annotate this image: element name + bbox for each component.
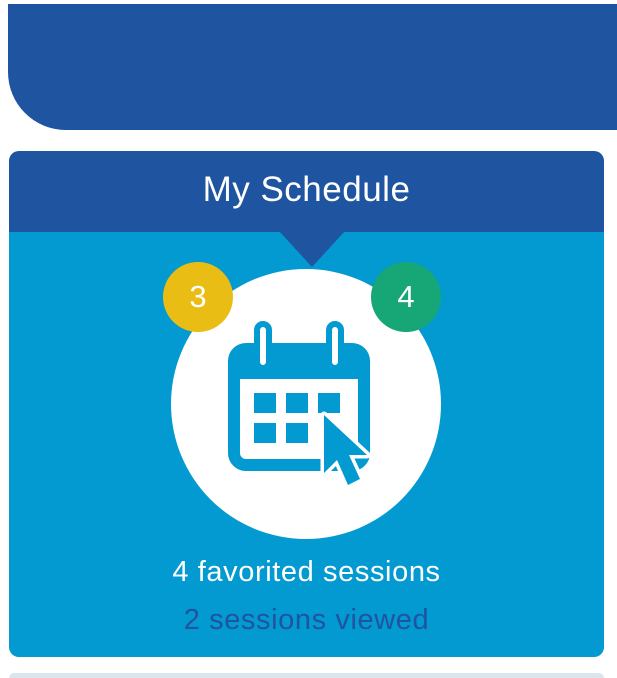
header-pointer: [279, 231, 345, 267]
favorited-sessions-text: 4 favorited sessions: [172, 556, 441, 588]
badge-count-green: 4: [371, 262, 441, 332]
badge-count-yellow: 3: [163, 262, 233, 332]
my-schedule-card[interactable]: My Schedule 3 4 4 favorited sessions 2 s…: [9, 151, 604, 657]
viewed-sessions-text: 2 sessions viewed: [183, 604, 430, 636]
calendar-cursor-icon: [228, 321, 371, 489]
card-title: My Schedule: [202, 170, 411, 209]
next-card-edge: [9, 673, 604, 678]
card-header: My Schedule: [9, 151, 604, 232]
top-banner: [8, 4, 617, 130]
